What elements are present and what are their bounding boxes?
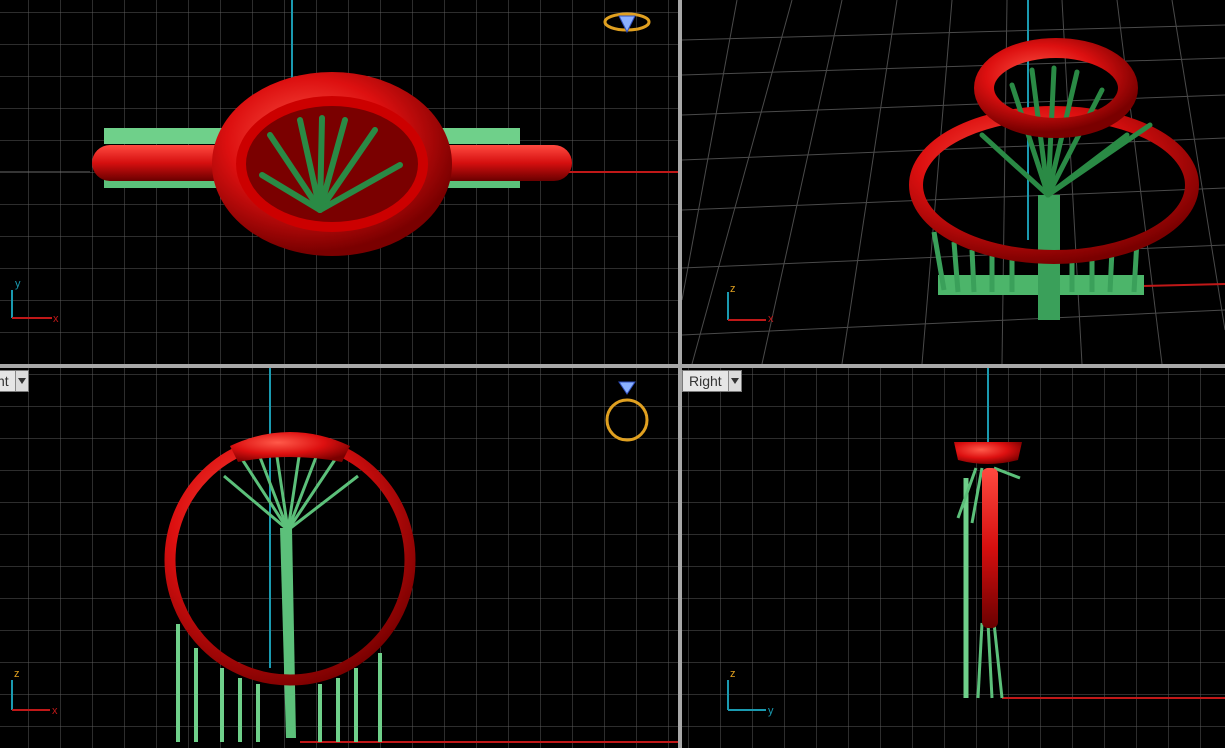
axis-x-label: x	[768, 313, 774, 325]
front-view-canvas: z x	[0, 368, 678, 748]
axis-z-label: z	[730, 668, 736, 680]
chevron-down-icon[interactable]	[727, 371, 741, 391]
ring-model-perspective[interactable]	[909, 38, 1199, 320]
axis-z-label: z	[730, 283, 736, 295]
axis-x-label: x	[52, 705, 58, 717]
viewport-perspective[interactable]: z x	[682, 0, 1225, 364]
viewport-tab-front[interactable]: nt	[0, 370, 29, 392]
axis-x-label: x	[53, 313, 59, 325]
perspective-view-canvas: z x	[682, 0, 1225, 364]
viewport-tab-label: nt	[0, 373, 9, 389]
axis-gizmo-perspective: z x	[727, 283, 774, 325]
axis-y-label: y	[15, 278, 21, 290]
viewport-top[interactable]: y x	[0, 0, 678, 364]
top-view-canvas: y x	[0, 0, 678, 364]
viewport-tab-right[interactable]: Right	[682, 370, 742, 392]
viewport-front[interactable]: nt z x	[0, 368, 678, 748]
viewport-divider-horizontal[interactable]	[0, 364, 1225, 368]
right-view-canvas: z y	[682, 368, 1225, 748]
chevron-down-icon[interactable]	[14, 371, 28, 391]
axis-z-label: z	[14, 668, 20, 680]
perspective-grid	[682, 0, 1225, 364]
viewport-tab-label: Right	[689, 373, 722, 389]
viewport-right[interactable]: Right z y	[682, 368, 1225, 748]
axis-y-label: y	[768, 705, 774, 717]
